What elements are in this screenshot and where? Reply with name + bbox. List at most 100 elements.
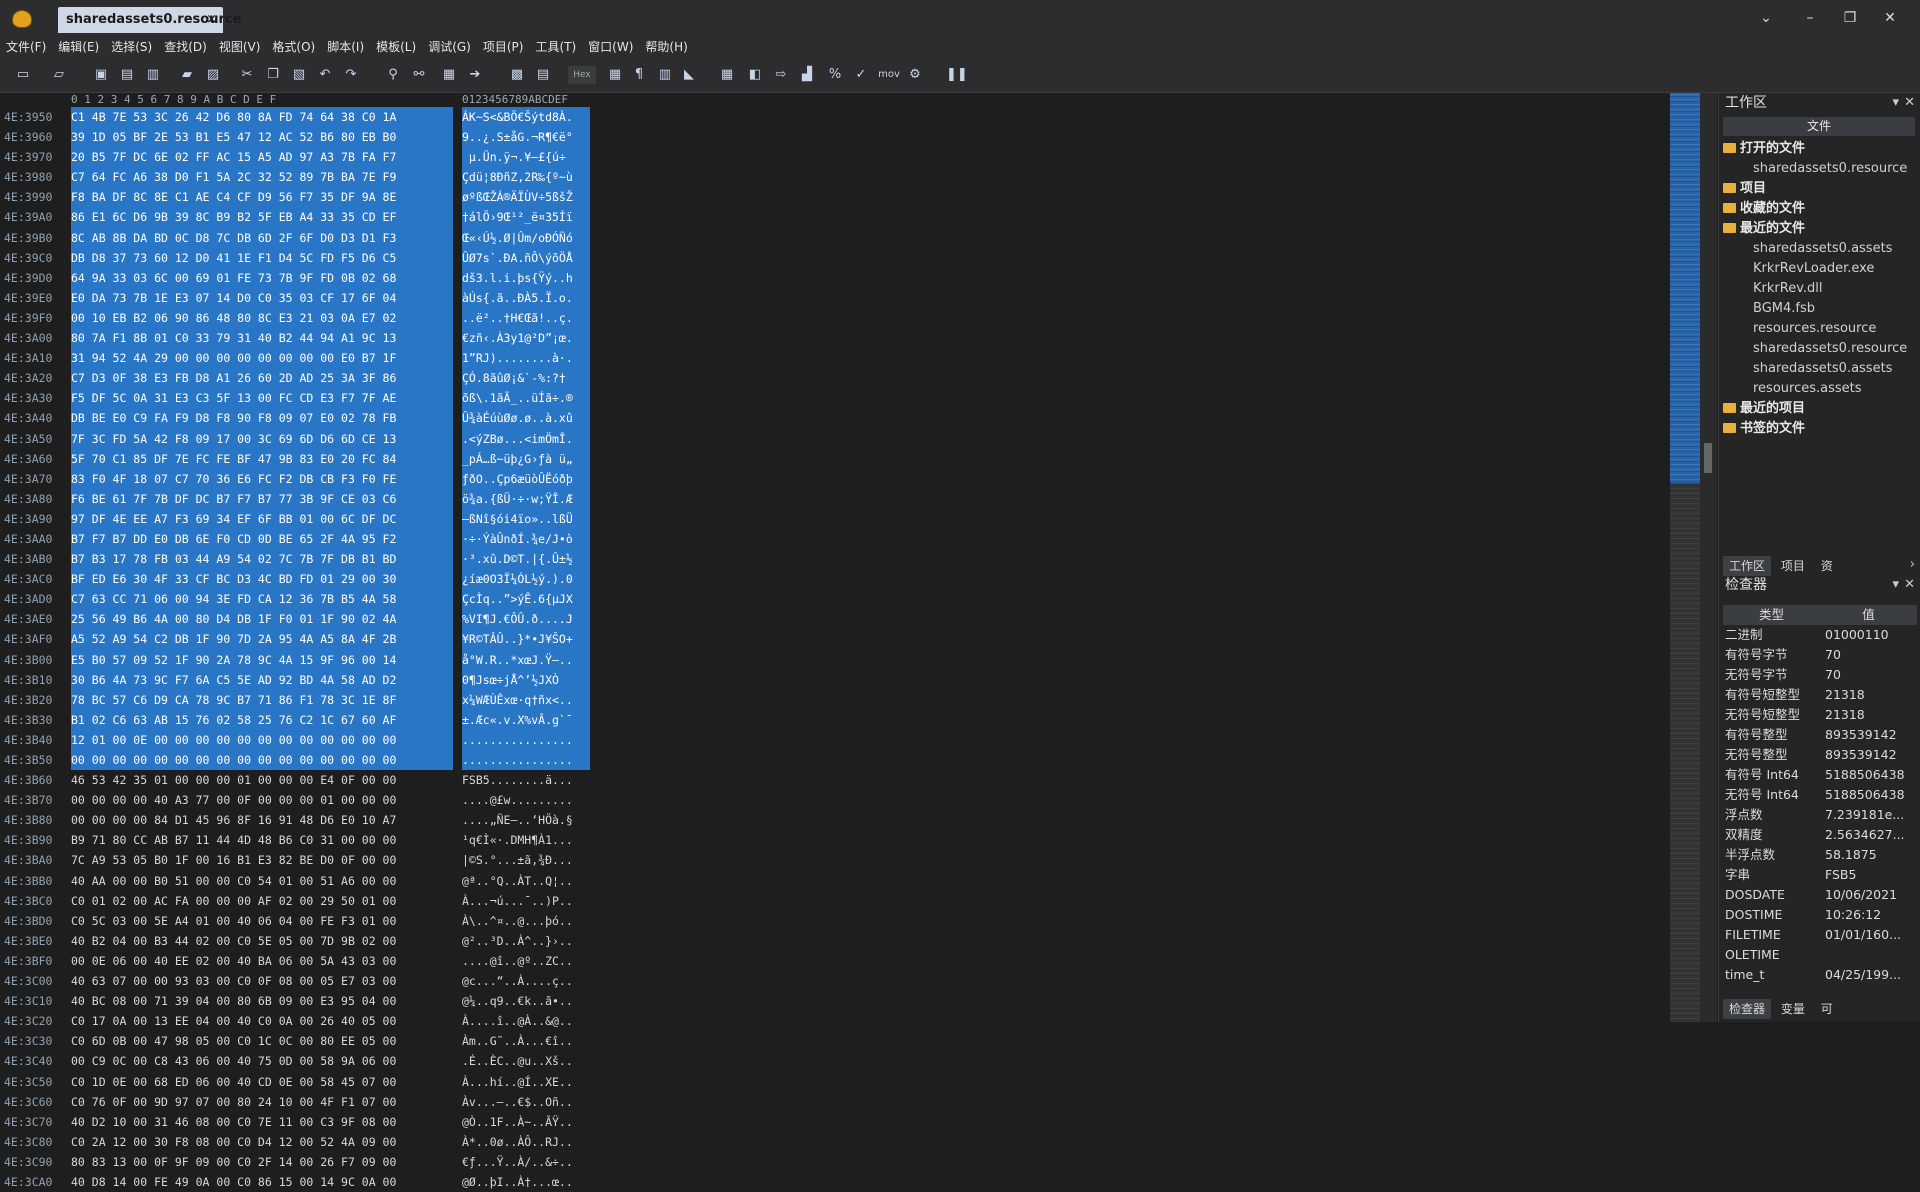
row-hex-bytes[interactable]: 7F 3C FD 5A 42 F8 09 17 00 3C 69 6D D6 6… [71, 428, 453, 449]
row-ascii[interactable]: å°W.R..*xœJ.Ÿ–.. [462, 649, 590, 670]
close-tab-icon[interactable]: × [206, 7, 217, 33]
row-hex-bytes[interactable]: 80 83 13 00 0F 9F 09 00 C0 2F 14 00 26 F… [71, 1152, 453, 1172]
inspector-row[interactable]: DOSTIME 10:26:12 [1723, 905, 1917, 925]
row-ascii[interactable]: €zñ‹.À3y1@²D”¡œ. [462, 328, 590, 349]
tree-open-files[interactable]: 打开的文件 [1723, 139, 1917, 159]
save-all-icon[interactable]: ▥ [144, 66, 162, 84]
histogram-icon[interactable]: ▟ [798, 66, 816, 84]
inspector-row[interactable]: 二进制 01000110 [1723, 625, 1917, 645]
tree-file-item[interactable]: BGM4.fsb [1723, 299, 1917, 319]
goto-icon[interactable]: ➔ [466, 66, 484, 84]
row-hex-bytes[interactable]: C0 6D 0B 00 47 98 05 00 C0 1C 0C 00 80 E… [71, 1031, 453, 1051]
row-hex-bytes[interactable]: B1 02 C6 63 AB 15 76 02 58 25 76 C2 1C 6… [71, 709, 453, 730]
row-ascii[interactable]: àÚs{.ã..ÐÀ5.Ï.o. [462, 287, 590, 308]
row-ascii[interactable]: x¼WÆÙÊxœ·q†ñx<.. [462, 689, 590, 710]
find-icon[interactable]: ⚲ [384, 66, 402, 84]
row-ascii[interactable]: ÁK~S<&BÖ€Šýtd8À. [462, 107, 590, 128]
row-hex-bytes[interactable]: C1 4B 7E 53 3C 26 42 D6 80 8A FD 74 64 3… [71, 107, 453, 128]
menu-item[interactable]: 文件(F) [0, 36, 52, 58]
close-window-button[interactable]: ✕ [1880, 8, 1900, 28]
menu-item[interactable]: 查找(D) [158, 36, 213, 58]
tree-file-item[interactable]: sharedassets0.resource [1723, 159, 1917, 179]
open-file-icon[interactable]: ▱ [50, 66, 68, 84]
row-hex-bytes[interactable]: F5 DF 5C 0A 31 E3 C3 5F 13 00 FC CD E3 F… [71, 388, 453, 409]
row-hex-bytes[interactable]: 40 D2 10 00 31 46 08 00 C0 7E 11 00 C3 9… [71, 1112, 453, 1132]
row-hex-bytes[interactable]: C0 01 02 00 AC FA 00 00 00 AF 02 00 29 5… [71, 891, 453, 911]
inspector-row[interactable]: FILETIME 01/01/160... [1723, 925, 1917, 945]
row-ascii[interactable]: ±.Æc«.v.X%vÂ.g`¯ [462, 709, 590, 730]
row-ascii[interactable]: .<ýZBø...<imÖmÎ. [462, 428, 590, 449]
row-hex-bytes[interactable]: 00 C9 0C 00 C8 43 06 00 40 75 0D 00 58 9… [71, 1051, 453, 1071]
inspector-row[interactable]: 无符号整型 893539142 [1723, 745, 1917, 765]
row-ascii[interactable]: Àm..G˜..À...€î.. [462, 1031, 590, 1051]
row-ascii[interactable]: %VI¶J.€ÔÛ.ð....J [462, 609, 590, 630]
menu-item[interactable]: 视图(V) [213, 36, 267, 58]
tab-more[interactable]: 可 [1815, 999, 1839, 1019]
row-ascii[interactable]: —ßNî§ói4ïo»..lßÜ [462, 508, 590, 529]
row-hex-bytes[interactable]: C0 1D 0E 00 68 ED 06 00 40 CD 0E 00 58 4… [71, 1072, 453, 1092]
tab-variables[interactable]: 变量 [1775, 999, 1811, 1019]
row-ascii[interactable]: |©S.°...±ã‚¾Ð... [462, 850, 590, 870]
row-ascii[interactable]: À\..^¤..@...þó.. [462, 911, 590, 931]
inspector-row[interactable]: 字串 FSB5 [1723, 865, 1917, 885]
row-ascii[interactable]: À...hí..@Í..XE.. [462, 1072, 590, 1092]
hex-mode-button[interactable]: Hex [568, 66, 596, 84]
tree-file-item[interactable]: sharedassets0.assets [1723, 239, 1917, 259]
inspector-row[interactable]: OLETIME [1723, 945, 1917, 965]
tree-file-item[interactable]: resources.resource [1723, 319, 1917, 339]
row-ascii[interactable]: †álÖ›9Œ¹²_ë¤35Íï [462, 207, 590, 228]
menu-item[interactable]: 脚本(I) [321, 36, 370, 58]
row-hex-bytes[interactable]: E5 B0 57 09 52 1F 90 2A 78 9C 4A 15 9F 9… [71, 649, 453, 670]
menu-item[interactable]: 选择(S) [105, 36, 158, 58]
tab-workspace[interactable]: 工作区 [1723, 556, 1772, 576]
menu-item[interactable]: 模板(L) [370, 36, 422, 58]
row-ascii[interactable]: Àv...—..€$..Oñ.. [462, 1092, 590, 1112]
highlight-icon[interactable]: ◣ [680, 66, 698, 84]
row-hex-bytes[interactable]: F8 BA DF 8C 8E C1 AE C4 CF D9 56 F7 35 D… [71, 187, 453, 208]
row-ascii[interactable]: @Ò..1F..À~..ÃŸ.. [462, 1112, 590, 1132]
find-replace-icon[interactable]: ⚯ [410, 66, 428, 84]
undo-icon[interactable]: ↶ [316, 66, 334, 84]
compare-icon[interactable]: ▩ [508, 66, 526, 84]
row-ascii[interactable]: 0¶Jsœ÷jÅ^­’½JX­Ò [462, 669, 590, 690]
row-hex-bytes[interactable]: 00 0E 06 00 40 EE 02 00 40 BA 06 00 5A 4… [71, 951, 453, 971]
inspector-row[interactable]: 无符号字节 70 [1723, 665, 1917, 685]
row-ascii[interactable]: 9..¿.S±åG.¬R¶€ë° [462, 127, 590, 148]
app-logo-icon[interactable] [12, 10, 32, 28]
row-ascii[interactable]: ....@î..@º..ZC.. [462, 951, 590, 971]
paste-icon[interactable]: ▧ [290, 66, 308, 84]
inspector-row[interactable]: time_t 04/25/199... [1723, 965, 1917, 985]
close-icon[interactable]: ✕ [1904, 577, 1915, 592]
row-hex-bytes[interactable]: C0 5C 03 00 5E A4 01 00 40 06 04 00 FE F… [71, 911, 453, 931]
text-mode-icon[interactable]: ▦ [606, 66, 624, 84]
hex-editor[interactable]: 0 1 2 3 4 5 6 7 8 9 A B C D E F 01234567… [0, 93, 1670, 1189]
folder-icon[interactable]: ▰ [178, 66, 196, 84]
tab-project[interactable]: 项目 [1775, 556, 1811, 576]
dropdown-icon[interactable]: ▾ [1892, 95, 1899, 110]
copy-icon[interactable]: ❐ [264, 66, 282, 84]
row-ascii[interactable]: ....@£w......... [462, 790, 590, 810]
row-hex-bytes[interactable]: 31 94 52 4A 29 00 00 00 00 00 00 00 00 E… [71, 348, 453, 369]
row-hex-bytes[interactable]: C0 76 0F 00 9D 97 07 00 80 24 10 00 4F F… [71, 1092, 453, 1112]
row-ascii[interactable]: ................ [462, 750, 590, 771]
row-hex-bytes[interactable]: DB D8 37 73 60 12 D0 41 1E F1 D4 5C FD F… [71, 247, 453, 268]
redo-icon[interactable]: ↷ [342, 66, 360, 84]
row-hex-bytes[interactable]: 00 10 EB B2 06 90 86 48 80 8C E3 21 03 0… [71, 307, 453, 329]
new-file-icon[interactable]: ▭ [14, 66, 32, 84]
row-hex-bytes[interactable]: E0 DA 73 7B 1E E3 07 14 D0 C0 35 03 CF 1… [71, 287, 453, 308]
row-ascii[interactable]: dš3.l.i.þs{Ÿý..h [462, 267, 590, 288]
row-ascii[interactable]: ·³.xû.D©T.|{.Û±½ [462, 549, 590, 570]
columns-icon[interactable]: ▥ [656, 66, 674, 84]
menu-item[interactable]: 工具(T) [529, 36, 582, 58]
row-ascii[interactable]: ....„ÑE–..‘HÖà.§ [462, 810, 590, 830]
inspector-row[interactable]: 有符号短整型 21318 [1723, 685, 1917, 705]
row-ascii[interactable]: õß\.1ãÃ_..üÍã÷.® [462, 388, 590, 409]
row-hex-bytes[interactable]: B7 F7 B7 DD E0 DB 6E F0 CD 0D BE 65 2F 4… [71, 528, 453, 550]
row-hex-bytes[interactable]: 25 56 49 B6 4A 00 80 D4 DB 1F F0 01 1F 9… [71, 609, 453, 630]
paragraph-icon[interactable]: ¶ [630, 66, 648, 84]
row-hex-bytes[interactable]: 00 00 00 00 40 A3 77 00 0F 00 00 00 01 0… [71, 790, 453, 810]
row-ascii[interactable]: ÇÓ.8ãûØ¡&`-­%:?† [462, 368, 590, 389]
tree-file-item[interactable]: resources.assets [1723, 379, 1917, 399]
row-ascii[interactable]: ÇcÌq..”>ýÊ.6{µJX [462, 589, 590, 610]
inspector-row[interactable]: 有符号整型 893539142 [1723, 725, 1917, 745]
